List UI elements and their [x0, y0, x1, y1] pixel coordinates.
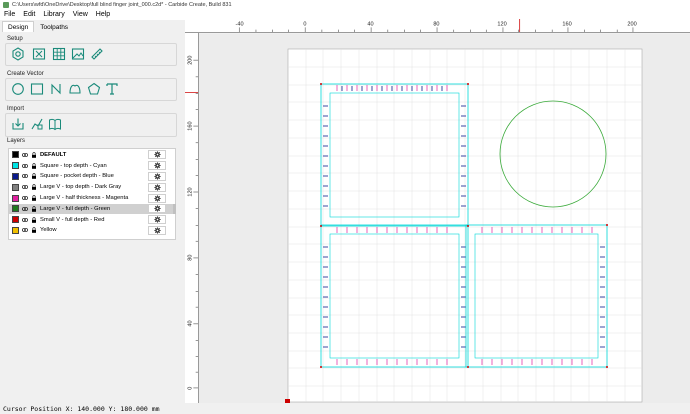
lock-icon[interactable] [31, 184, 37, 191]
ruler-horizontal: -40 0 40 80 120 160 200 [185, 19, 690, 33]
ruler-x-label: 120 [497, 22, 506, 28]
eye-icon[interactable] [22, 206, 28, 212]
layer-row[interactable]: DEFAULT [9, 150, 175, 161]
layer-settings-button[interactable] [148, 182, 166, 192]
ruler-y-label: 120 [188, 187, 194, 196]
layer-color-swatch[interactable] [12, 205, 19, 213]
layer-row-selected[interactable]: Large V - full depth - Green [9, 203, 175, 215]
layer-name: Large V - full depth - Green [40, 205, 111, 212]
layer-settings-button[interactable] [148, 215, 166, 225]
layer-color-swatch[interactable] [12, 226, 19, 234]
pentagon-icon[interactable] [87, 82, 101, 96]
layer-color-swatch[interactable] [12, 162, 19, 170]
grid-setup-icon[interactable] [32, 47, 46, 61]
import-icon[interactable] [11, 117, 25, 131]
lock-icon[interactable] [31, 152, 37, 158]
ruler-x-label: 40 [367, 22, 373, 28]
layer-name: Large V - top depth - Dark Gray [40, 184, 122, 191]
title-bar: C:\Users\wfd\OneDrive\Desktop\full blind… [0, 0, 690, 9]
lock-icon[interactable] [31, 206, 37, 212]
ruler-y-label: 200 [188, 56, 194, 65]
eye-icon[interactable] [22, 152, 28, 158]
panel-tabs: Design Toolpaths [2, 21, 74, 32]
layer-name: DEFAULT [40, 151, 67, 158]
gear-setup-icon[interactable] [11, 47, 25, 61]
ruler-x-label: -40 [236, 22, 244, 28]
status-bar: Cursor Position X: 140.000 Y: 180.000 mm [0, 403, 690, 414]
text-icon[interactable] [105, 82, 119, 96]
layer-name: Large V - half thickness - Magenta [40, 195, 129, 202]
section-label-layers: Layers [7, 138, 26, 144]
table-grid-icon[interactable] [52, 47, 66, 61]
menu-edit[interactable]: Edit [19, 11, 39, 18]
layer-color-swatch[interactable] [12, 172, 19, 180]
import-bitmap-icon[interactable] [30, 117, 44, 131]
lock-icon[interactable] [31, 173, 37, 180]
app-icon [3, 1, 9, 8]
ruler-x-label: 0 [303, 22, 306, 28]
layer-row[interactable]: Square - pocket depth - Blue [9, 171, 175, 182]
layer-name: Small V - full depth - Red [40, 216, 105, 223]
menu-library[interactable]: Library [39, 11, 68, 18]
ruler-x-label: 80 [433, 22, 439, 28]
eye-icon[interactable] [22, 184, 28, 190]
layer-row[interactable]: Small V - full depth - Red [9, 214, 175, 225]
eye-icon[interactable] [22, 195, 28, 201]
layer-settings-button[interactable] [148, 161, 166, 171]
eye-icon[interactable] [22, 217, 28, 223]
layer-settings-button[interactable] [148, 150, 166, 160]
ruler-y-label: 160 [188, 121, 194, 130]
layer-settings-button[interactable] [148, 193, 166, 203]
tab-toolpaths[interactable]: Toolpaths [34, 21, 74, 32]
layer-settings-button[interactable] [148, 204, 166, 214]
eye-icon[interactable] [22, 227, 28, 233]
ruler-icon[interactable] [90, 47, 104, 61]
book-icon[interactable] [48, 117, 62, 131]
circle-icon[interactable] [11, 82, 25, 96]
image-icon[interactable] [71, 47, 85, 61]
layer-row[interactable]: Square - top depth - Cyan [9, 160, 175, 171]
layer-settings-button[interactable] [148, 225, 166, 235]
menu-file[interactable]: File [0, 11, 19, 18]
ruler-x-label: 160 [562, 22, 571, 28]
ruler-y-label: 0 [188, 387, 194, 390]
lock-icon[interactable] [31, 195, 37, 201]
section-label-create-vector: Create Vector [7, 71, 44, 77]
section-label-setup: Setup [7, 36, 23, 42]
tab-design[interactable]: Design [2, 21, 35, 32]
section-label-import: Import [7, 106, 25, 112]
ruler-y-label: 80 [188, 255, 194, 261]
layer-row[interactable]: Yellow [9, 225, 175, 236]
cursor-position: Cursor Position X: 140.000 Y: 180.000 mm [3, 405, 160, 413]
design-canvas[interactable] [199, 34, 690, 403]
layer-color-swatch[interactable] [12, 194, 19, 202]
polygon-icon[interactable] [68, 82, 82, 96]
layer-color-swatch[interactable] [12, 183, 19, 191]
ruler-vertical: 200 160 120 80 40 0 [185, 33, 199, 403]
layers-scrollbar[interactable] [173, 204, 176, 214]
menu-help[interactable]: Help [92, 11, 114, 18]
layer-settings-button[interactable] [148, 171, 166, 181]
layer-name: Yellow [40, 227, 57, 234]
layer-name: Square - top depth - Cyan [40, 162, 107, 169]
layer-row[interactable]: Large V - top depth - Dark Gray [9, 182, 175, 193]
eye-icon[interactable] [22, 163, 28, 169]
rectangle-icon[interactable] [30, 82, 44, 96]
ruler-y-label: 40 [188, 320, 194, 326]
curve-icon[interactable] [49, 82, 63, 96]
lock-icon[interactable] [31, 217, 37, 223]
menu-view[interactable]: View [69, 11, 92, 18]
lock-icon[interactable] [31, 227, 37, 234]
ruler-x-label: 200 [627, 22, 636, 28]
layer-color-swatch[interactable] [12, 216, 19, 224]
layer-color-swatch[interactable] [12, 151, 19, 159]
eye-icon[interactable] [22, 173, 28, 179]
layer-row[interactable]: Large V - half thickness - Magenta [9, 193, 175, 204]
layers-list: DEFAULT Square - top depth - Cyan Square… [8, 148, 176, 240]
lock-icon[interactable] [31, 163, 37, 169]
layer-name: Square - pocket depth - Blue [40, 173, 114, 180]
window-title: C:\Users\wfd\OneDrive\Desktop\full blind… [12, 1, 232, 8]
